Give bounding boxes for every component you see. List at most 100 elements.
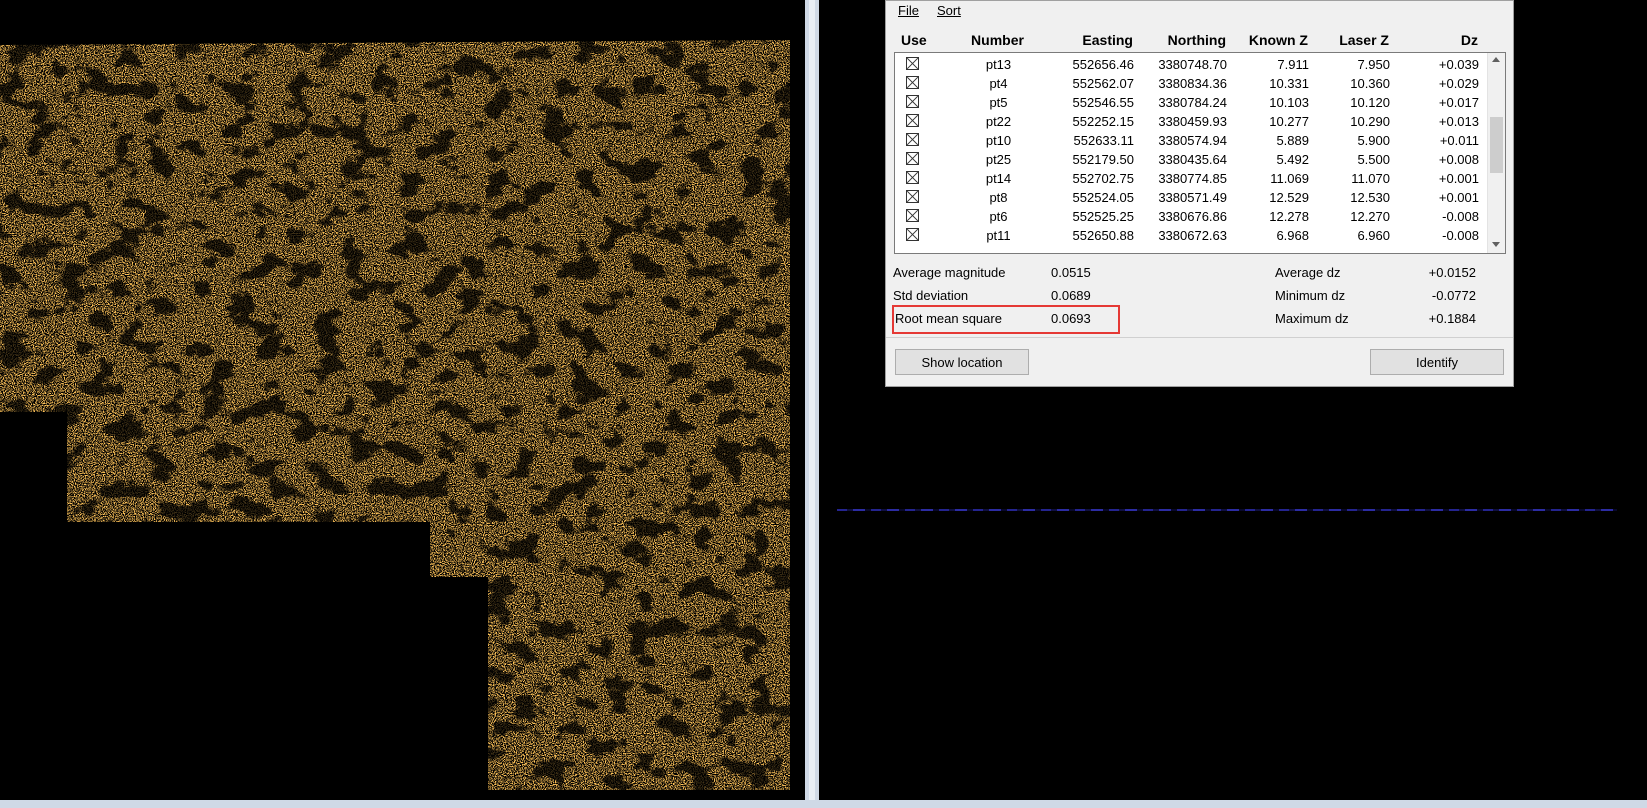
cell-easting: 552562.07	[1072, 76, 1134, 91]
view-splitter[interactable]	[805, 0, 819, 808]
cell-laser-z: 5.500	[1357, 152, 1390, 167]
cell-northing: 3380784.24	[1158, 95, 1227, 110]
dialog-separator	[886, 337, 1513, 338]
use-checkbox[interactable]	[906, 190, 919, 203]
use-checkbox[interactable]	[906, 133, 919, 146]
cell-northing: 3380834.36	[1158, 76, 1227, 91]
rms-highlight-box	[892, 305, 1120, 334]
cell-northing: 3380459.93	[1158, 114, 1227, 129]
window-bottom-edge	[0, 800, 1647, 808]
cell-easting: 552525.25	[1072, 209, 1134, 224]
column-header-dz[interactable]: Dz	[1388, 32, 1478, 48]
column-header-laser-z[interactable]: Laser Z	[1307, 32, 1389, 48]
cell-known-z: 6.968	[1276, 228, 1309, 243]
cell-dz: +0.001	[1438, 171, 1479, 186]
cell-number: pt8	[989, 190, 1008, 205]
scroll-up-arrow-icon[interactable]	[1492, 57, 1500, 62]
cell-northing: 3380574.94	[1158, 133, 1227, 148]
max-dz-label: Maximum dz	[1275, 311, 1349, 326]
show-location-button[interactable]: Show location	[895, 349, 1029, 375]
table-row[interactable]: pt8 552524.05 3380571.49 12.529 12.530 +0.001	[895, 188, 1486, 207]
cell-dz: +0.008	[1438, 152, 1479, 167]
table-row[interactable]: pt22 552252.15 3380459.93 10.277 10.290 +0.01…	[895, 112, 1486, 131]
column-header-northing[interactable]: Northing	[1132, 32, 1226, 48]
table-row[interactable]: pt13 552656.46 3380748.70 7.911 7.950 +0.039	[895, 55, 1486, 74]
use-checkbox[interactable]	[906, 57, 919, 70]
profile-line	[837, 509, 1617, 511]
avg-dz-label: Average dz	[1275, 265, 1341, 280]
cell-northing: 3380748.70	[1158, 57, 1227, 72]
cell-known-z: 12.278	[1269, 209, 1309, 224]
cell-number: pt14	[985, 171, 1012, 186]
max-dz-value: +0.1884	[1428, 311, 1476, 326]
point-cloud-view[interactable]	[0, 0, 805, 800]
cell-known-z: 11.069	[1270, 171, 1309, 186]
avg-dz-value: +0.0152	[1428, 265, 1476, 280]
cell-laser-z: 12.270	[1350, 209, 1390, 224]
cell-dz: -0.008	[1442, 228, 1479, 243]
cell-laser-z: 12.530	[1350, 190, 1390, 205]
cell-easting: 552524.05	[1072, 190, 1134, 205]
cell-easting: 552252.15	[1072, 114, 1134, 129]
cell-dz: +0.017	[1438, 95, 1479, 110]
table-row[interactable]: pt10 552633.11 3380574.94 5.889 5.900 +0.011	[895, 131, 1486, 150]
cell-easting: 552650.88	[1072, 228, 1134, 243]
cell-number: pt11	[986, 228, 1011, 243]
menu-sort[interactable]: Sort	[937, 3, 961, 18]
scroll-thumb[interactable]	[1490, 117, 1503, 173]
cell-easting: 552546.55	[1072, 95, 1134, 110]
table-row[interactable]: pt6 552525.25 3380676.86 12.278 12.270 -0.008	[895, 207, 1486, 226]
use-checkbox[interactable]	[906, 152, 919, 165]
cell-dz: +0.001	[1438, 190, 1479, 205]
cell-northing: 3380435.64	[1158, 152, 1227, 167]
menu-file[interactable]: File	[898, 3, 919, 18]
cell-dz: -0.008	[1442, 209, 1479, 224]
cell-known-z: 10.277	[1269, 114, 1309, 129]
use-checkbox[interactable]	[906, 171, 919, 184]
min-dz-value: -0.0772	[1431, 288, 1476, 303]
cell-northing: 3380672.63	[1158, 228, 1227, 243]
table-row[interactable]: pt25 552179.50 3380435.64 5.492 5.500 +0.008	[895, 150, 1486, 169]
table-row[interactable]: pt11 552650.88 3380672.63 6.968 6.960 -0.008	[895, 226, 1486, 245]
use-checkbox[interactable]	[906, 95, 919, 108]
cell-laser-z: 5.900	[1357, 133, 1390, 148]
cell-northing: 3380676.86	[1158, 209, 1227, 224]
std-deviation-label: Std deviation	[893, 288, 969, 303]
cell-laser-z: 11.070	[1351, 171, 1390, 186]
cell-easting: 552179.50	[1072, 152, 1134, 167]
use-checkbox[interactable]	[906, 114, 919, 127]
cell-number: pt4	[989, 76, 1008, 91]
column-header-use[interactable]: Use	[901, 32, 927, 48]
cell-dz: +0.029	[1438, 76, 1479, 91]
use-checkbox[interactable]	[906, 209, 919, 222]
point-cloud-image	[0, 0, 805, 800]
cell-known-z: 10.331	[1269, 76, 1309, 91]
column-header-number[interactable]: Number	[953, 32, 1042, 48]
table-row[interactable]: pt4 552562.07 3380834.36 10.331 10.360 +0.029	[895, 74, 1486, 93]
cell-laser-z: 10.290	[1350, 114, 1390, 129]
cell-known-z: 10.103	[1269, 95, 1309, 110]
cell-northing: 3380774.85	[1158, 171, 1227, 186]
identify-button[interactable]: Identify	[1370, 349, 1504, 375]
menu-bar: File Sort	[886, 1, 1513, 22]
column-header-easting[interactable]: Easting	[1036, 32, 1133, 48]
cell-known-z: 5.492	[1276, 152, 1309, 167]
use-checkbox[interactable]	[906, 228, 919, 241]
column-header-known-z[interactable]: Known Z	[1225, 32, 1308, 48]
cell-number: pt22	[985, 114, 1012, 129]
cell-laser-z: 10.120	[1350, 95, 1390, 110]
cell-northing: 3380571.49	[1158, 190, 1227, 205]
control-points-list[interactable]: pt13 552656.46 3380748.70 7.911 7.950 +0.039 p…	[894, 52, 1506, 254]
table-row[interactable]: pt14 552702.75 3380774.85 11.069 11.070 +0.00…	[895, 169, 1486, 188]
use-checkbox[interactable]	[906, 76, 919, 89]
cell-easting: 552702.75	[1072, 171, 1134, 186]
control-report-dialog: File Sort Use Number Easting Northing Kn…	[885, 0, 1514, 387]
cell-known-z: 5.889	[1276, 133, 1309, 148]
cell-laser-z: 6.960	[1357, 228, 1390, 243]
cell-number: pt6	[989, 209, 1008, 224]
min-dz-label: Minimum dz	[1275, 288, 1346, 303]
list-scrollbar[interactable]	[1487, 53, 1505, 253]
scroll-down-arrow-icon[interactable]	[1492, 242, 1500, 247]
table-row[interactable]: pt5 552546.55 3380784.24 10.103 10.120 +0.017	[895, 93, 1486, 112]
cell-number: pt25	[985, 152, 1012, 167]
